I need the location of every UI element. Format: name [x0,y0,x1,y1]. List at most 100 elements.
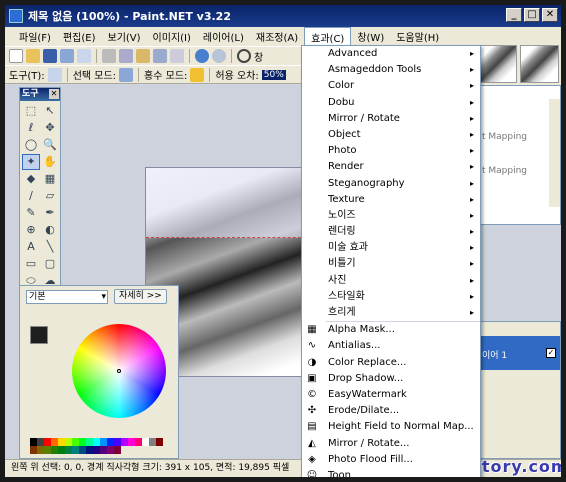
palette-swatch[interactable] [135,438,142,446]
palette-swatch[interactable] [114,446,121,454]
palette-swatch[interactable] [114,438,121,446]
palette-swatch[interactable] [107,438,114,446]
palette-swatch[interactable] [79,446,86,454]
close-icon[interactable]: ✕ [49,89,59,99]
color-wheel-cursor[interactable] [117,369,121,373]
palette-swatch[interactable] [149,438,156,446]
lasso-icon[interactable]: ℓ [22,120,40,136]
layer-row[interactable]: 이어 1 ✓ [478,336,560,370]
rounded-rect-icon[interactable]: ▢ [41,256,59,272]
selection-mode-icon[interactable] [119,67,134,82]
effects-menu-item[interactable]: ◑ Color Replace... [302,355,480,371]
palette-swatch[interactable] [100,438,107,446]
effects-submenu-item[interactable]: Object ▸ [302,127,480,143]
palette-swatch[interactable] [30,438,37,446]
menu-image[interactable]: 이미지(I) [147,27,197,46]
paintbrush-icon[interactable]: ∕ [22,188,40,204]
palette-swatch[interactable] [107,446,114,454]
palette-swatch[interactable] [30,446,37,454]
tolerance-slider[interactable]: 50% [261,69,286,80]
recolor-icon[interactable]: ◐ [41,222,59,238]
menu-layers[interactable]: 레이어(L) [197,27,250,46]
ellipse-select-icon[interactable]: ◯ [22,137,40,153]
effects-submenu-item[interactable]: 미술 효과 ▸ [302,240,480,256]
rect-select-icon[interactable]: ⬚ [22,103,40,119]
effects-submenu-item[interactable]: 노이즈 ▸ [302,208,480,224]
palette-swatch[interactable] [51,438,58,446]
image-thumbnail[interactable] [519,45,559,83]
current-tool-icon[interactable] [47,67,62,82]
palette-swatch[interactable] [65,446,72,454]
history-item[interactable]: t Mapping [480,132,529,142]
color-wheel[interactable] [72,324,166,418]
effects-menu-item[interactable]: ✣ Erode/Dilate... [302,403,480,419]
history-scrollbar[interactable] [549,99,560,207]
effects-submenu-item[interactable]: Color ▸ [302,78,480,94]
new-file-icon[interactable] [9,49,23,63]
palette-swatch[interactable] [79,438,86,446]
clone-stamp-icon[interactable]: ⊕ [22,222,40,238]
palette-swatch[interactable] [156,438,163,446]
open-folder-icon[interactable] [26,49,40,63]
more-button[interactable]: 자세히 >> [114,289,167,304]
effects-submenu-item[interactable]: Asmageddon Tools ▸ [302,62,480,78]
palette-swatch[interactable] [65,438,72,446]
effects-submenu-item[interactable]: Advanced ▸ [302,46,480,62]
palette-swatch[interactable] [93,446,100,454]
menu-window[interactable]: 창(W) [351,27,390,46]
effects-submenu-item[interactable]: Dobu ▸ [302,95,480,111]
effects-submenu-item[interactable]: 스타일화 ▸ [302,289,480,305]
save-icon[interactable] [43,49,57,63]
effects-menu-item[interactable]: ▤ Height Field to Normal Map... [302,419,480,435]
palette-swatch[interactable] [44,438,51,446]
effects-submenu-item[interactable]: Photo ▸ [302,143,480,159]
menu-adjustments[interactable]: 재조정(A) [250,27,304,46]
palette-mode-dropdown[interactable]: 기본 [26,289,108,304]
menu-effects[interactable]: 효과(C) [304,26,352,47]
deselect-icon[interactable] [170,49,184,63]
effects-submenu-item[interactable]: 렌더링 ▸ [302,224,480,240]
redo-icon[interactable] [212,49,226,63]
image-thumbnail[interactable] [477,45,517,83]
effects-menu-item[interactable]: ▣ Drop Shadow... [302,371,480,387]
effects-submenu-item[interactable]: 사진 ▸ [302,273,480,289]
effects-submenu-item[interactable]: 비틀기 ▸ [302,256,480,272]
print-icon[interactable] [60,49,74,63]
effects-menu-item[interactable]: ◭ Mirror / Rotate... [302,436,480,452]
rectangle-icon[interactable]: ▭ [22,256,40,272]
effects-menu-item[interactable]: ◈ Photo Flood Fill... [302,452,480,468]
effects-menu-item[interactable]: ∿ Antialias... [302,338,480,354]
primary-color-swatch[interactable] [30,326,48,344]
effects-submenu-item[interactable]: Render ▸ [302,159,480,175]
cut-icon[interactable] [102,49,116,63]
effects-menu-item[interactable]: ▦ Alpha Mask... [302,322,480,338]
effects-menu-item[interactable]: ☺ Toon [302,468,480,477]
palette-swatch[interactable] [100,446,107,454]
move-selection-icon[interactable]: ↖ [41,103,59,119]
thumbnail-icon[interactable] [77,49,91,63]
gradient-icon[interactable]: ▦ [41,171,59,187]
palette-swatch[interactable] [86,438,93,446]
copy-icon[interactable] [119,49,133,63]
palette-swatch[interactable] [86,446,93,454]
pan-icon[interactable]: ✋ [41,154,59,170]
palette-swatch[interactable] [93,438,100,446]
crop-icon[interactable] [153,49,167,63]
minimize-button[interactable]: _ [506,8,522,22]
eraser-icon[interactable]: ▱ [41,188,59,204]
undo-icon[interactable] [195,49,209,63]
zoom-icon[interactable]: 🔍 [41,137,59,153]
zoom-icon[interactable] [237,49,251,63]
palette-swatch[interactable] [58,438,65,446]
palette-swatch[interactable] [128,438,135,446]
palette-swatch[interactable] [72,446,79,454]
effects-menu-item[interactable]: © EasyWatermark [302,387,480,403]
move-icon[interactable]: ✥ [41,120,59,136]
menu-edit[interactable]: 편집(E) [57,27,102,46]
zoom-window-label[interactable]: 창 [254,49,263,64]
flood-mode-icon[interactable] [190,67,205,82]
palette-swatch[interactable] [142,438,149,446]
effects-submenu-item[interactable]: 흐리게 ▸ [302,305,480,321]
effects-submenu-item[interactable]: Texture ▸ [302,192,480,208]
text-icon[interactable]: A [22,239,40,255]
